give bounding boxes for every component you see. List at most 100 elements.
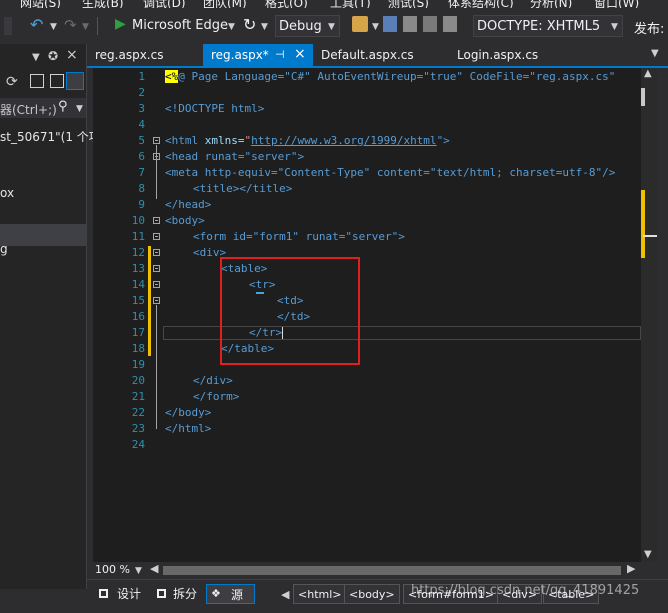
tab-label: Default.aspx.cs [321,48,414,62]
menu-format[interactable]: 格式(O) [265,0,308,8]
redo-dropdown-icon[interactable]: ▼ [82,22,89,32]
tree-item[interactable]: g [0,242,8,256]
horizontal-scroll-thumb[interactable] [163,566,621,575]
menu-website[interactable]: 网站(S) [20,0,61,8]
form-open: <form id="form1" runat="server"> [193,230,405,243]
run-target-label[interactable]: Microsoft Edge [132,18,228,33]
scroll-right-icon[interactable]: ▶ [627,562,635,575]
design-view-button[interactable]: 设计 [117,584,141,604]
publish-label[interactable]: 发布: [634,18,664,37]
menu-test[interactable]: 测试(S) [388,0,429,8]
redo-icon[interactable]: ↷ [64,16,77,34]
source-view-button[interactable]: ❖ 源 [206,584,255,604]
menu-window[interactable]: 窗口(W) [594,0,639,8]
div-close: </div> [193,374,233,387]
undo-icon[interactable]: ↶ [30,15,43,34]
line-number: 22 [131,406,145,419]
line-number: 3 [138,102,145,115]
configuration-dropdown[interactable]: Debug ▼ [275,15,340,37]
title-tag: <title></title> [193,182,293,195]
refresh-dropdown-icon[interactable]: ▼ [261,22,268,32]
close-tab-icon[interactable]: × [294,43,306,65]
solution-node[interactable]: st_50671"(1 个项 [0,128,101,145]
scroll-up-icon[interactable]: ▲ [644,68,652,79]
split-view-button[interactable]: 拆分 [173,584,197,604]
fold-toggle-icon[interactable] [153,217,160,224]
breadcrumb-left-icon[interactable]: ◀ [281,588,289,601]
properties-icon[interactable] [66,72,84,90]
line-number: 17 [131,326,145,339]
start-icon[interactable]: ▶ [115,16,126,32]
doctype-dropdown[interactable]: DOCTYPE: XHTML5 ▼ [473,15,623,37]
sync-icon[interactable]: ⟳ [6,74,18,90]
page-directive: @ Page Language="C#" AutoEventWireup="tr… [178,70,616,83]
zoom-dropdown-icon[interactable]: ▼ [135,566,142,576]
source-view-label: 源 [231,588,244,602]
head-close: </head> [165,198,212,211]
code-line: <title></title> [193,182,292,195]
menu-analyze[interactable]: 分析(N) [530,0,572,8]
close-icon[interactable]: × [66,47,78,63]
breadcrumb-body[interactable]: <body> [344,584,400,604]
zoom-level[interactable]: 100 % [95,563,130,576]
scroll-down-icon[interactable]: ▼ [644,549,652,560]
menu-tools[interactable]: 工具(T) [330,0,371,8]
undo-dropdown-icon[interactable]: ▼ [50,22,57,32]
menu-build[interactable]: 生成(B) [82,0,124,8]
tool-icon-3[interactable] [443,16,457,32]
meta-tag: <meta http-equiv="Content-Type" content=… [165,166,616,179]
format-icon[interactable] [383,16,397,32]
pin-icon[interactable]: ⊣ [275,44,285,66]
fold-toggle-icon[interactable] [153,249,160,256]
menu-architecture[interactable]: 体系结构(C) [448,0,514,8]
fold-toggle-icon[interactable] [153,297,160,304]
document-tabs: reg.aspx.cs reg.aspx* ⊣ × Default.aspx.c… [87,44,668,66]
fold-toggle-icon[interactable] [153,265,160,272]
asp-delimiter: <% [165,70,179,83]
line-number: 20 [131,374,145,387]
line-number: 6 [138,150,145,163]
pin-icon[interactable]: ✪ [48,49,58,63]
breadcrumb-html[interactable]: <html> [293,584,347,604]
configuration-value: Debug [279,19,322,34]
scrollbar-change-marker [641,190,645,258]
panel-dropdown-icon[interactable]: ▼ [32,52,40,63]
tool-icon-2[interactable] [423,16,437,32]
xmlns-url[interactable]: http://www.w3.org/1999/xhtml [251,134,436,147]
tab-reg-aspx-cs[interactable]: reg.aspx.cs [87,44,203,66]
tree-item-selected[interactable] [0,224,86,246]
fold-toggle-icon[interactable] [153,233,160,240]
code-line: <form id="form1" runat="server"> [193,230,405,243]
show-all-files-icon[interactable] [50,74,64,88]
refresh-icon[interactable]: ↻ [243,15,256,34]
html-attr: xmlns= [204,134,245,147]
browser-link-icon[interactable] [352,16,368,32]
menu-debug[interactable]: 调试(D) [143,0,186,8]
html-bracket: "> [436,134,450,147]
line-number: 24 [131,438,145,451]
annotation-highlight-box [220,257,360,365]
menu-team[interactable]: 团队(M) [203,0,247,8]
scroll-left-icon[interactable]: ◀ [150,562,158,575]
vertical-scrollbar[interactable]: ▲ ▼ [641,68,657,562]
line-number: 10 [131,214,145,227]
code-editor[interactable]: 1 2 3 4 5 6 7 8 9 10 11 12 13 14 15 16 1… [93,68,641,562]
line-number: 15 [131,294,145,307]
scrollbar-position-marker [643,235,657,237]
fold-toggle-icon[interactable] [153,137,160,144]
solution-explorer-panel: ▼ ✪ × ⟳ 器(Ctrl+;) ⚲ ▼ st_50671"(1 个项 ox … [0,44,101,589]
code-line: <!DOCTYPE html> [165,102,264,115]
run-target-dropdown-icon[interactable]: ▼ [228,22,235,32]
tool-icon-1[interactable] [403,16,417,32]
tab-default-aspx-cs[interactable]: Default.aspx.cs [313,44,449,66]
collapse-all-icon[interactable] [30,74,44,88]
line-number: 14 [131,278,145,291]
tree-item[interactable]: ox [0,186,14,200]
solution-search-input[interactable]: 器(Ctrl+;) ⚲ ▼ [0,98,86,118]
tab-overflow-icon[interactable]: ▼ [651,48,659,59]
fold-toggle-icon[interactable] [153,281,160,288]
tab-login-aspx-cs[interactable]: Login.aspx.cs [449,44,579,66]
browser-link-dropdown-icon[interactable]: ▼ [372,22,379,32]
line-number: 2 [138,86,145,99]
tab-reg-aspx[interactable]: reg.aspx* ⊣ × [203,44,313,66]
